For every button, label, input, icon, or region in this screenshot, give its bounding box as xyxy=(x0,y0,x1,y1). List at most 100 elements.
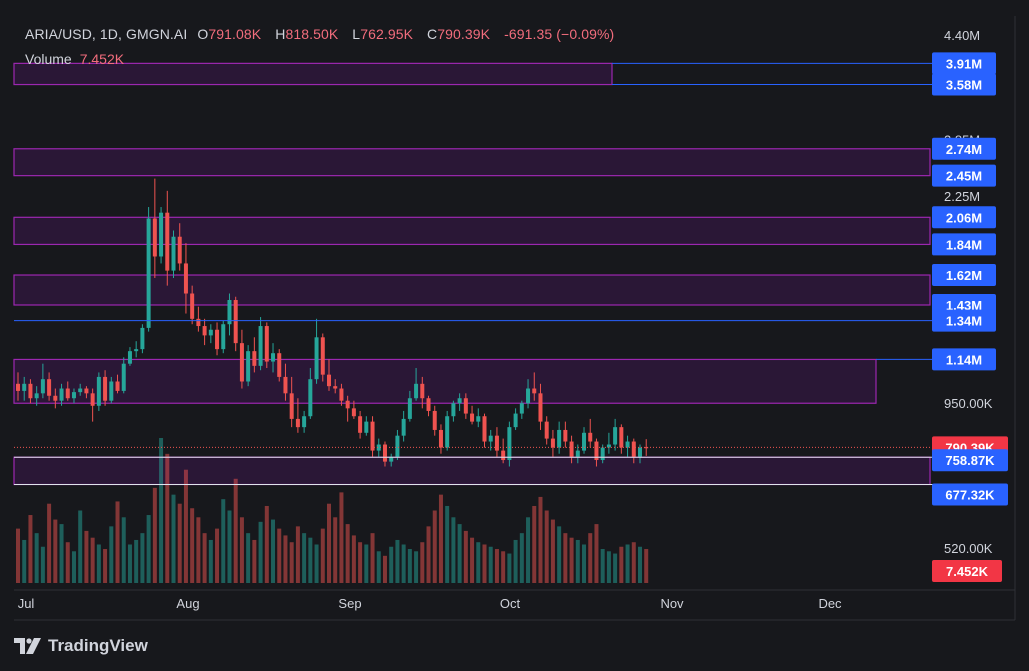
volume-bar xyxy=(557,526,562,583)
volume-bar xyxy=(227,510,232,583)
candle-body xyxy=(370,421,375,451)
volume-bar xyxy=(544,510,549,583)
ohlc-header: ARIA/USD, 1D, GMGN.AI O791.08K H818.50K … xyxy=(25,26,624,42)
candle-body xyxy=(345,400,350,409)
candle-body xyxy=(308,379,313,417)
volume-bar xyxy=(208,539,213,583)
candle-body xyxy=(140,327,145,350)
volume-bar xyxy=(233,478,238,583)
candle-body xyxy=(457,398,462,404)
candle-body xyxy=(364,421,369,433)
volume-bar xyxy=(53,519,58,583)
volume-bar xyxy=(426,526,431,583)
candle-body xyxy=(414,383,419,399)
volume-bar xyxy=(364,544,369,583)
close-value: 790.39K xyxy=(437,26,491,42)
open-label: O xyxy=(197,26,209,42)
volume-bar xyxy=(196,517,201,583)
volume-bar xyxy=(221,499,226,583)
tradingview-icon xyxy=(14,638,41,654)
price-tick-label: 520.00K xyxy=(944,541,993,556)
candle-body xyxy=(53,395,58,401)
volume-bar xyxy=(90,537,95,583)
candle-body xyxy=(239,343,244,382)
volume-bar xyxy=(190,508,195,583)
volume-bar xyxy=(59,524,64,583)
volume-bar xyxy=(519,533,524,583)
volume-bar xyxy=(613,553,618,583)
volume-bar xyxy=(71,551,76,583)
candle-body xyxy=(127,351,132,364)
symbol-label[interactable]: ARIA/USD, 1D, GMGN.AI xyxy=(25,26,187,42)
candle-body xyxy=(84,388,89,394)
volume-bar xyxy=(625,544,630,583)
volume-bar xyxy=(588,533,593,583)
candle-body xyxy=(625,441,630,448)
candle-body xyxy=(271,353,276,362)
volume-bar xyxy=(445,505,450,583)
volume-bar xyxy=(401,544,406,583)
chart-frame: 4.40M2.25M950.00K520.00K2.85M JulAugSepO… xyxy=(0,0,1029,671)
volume-bar xyxy=(134,539,139,583)
candle-body xyxy=(96,376,101,406)
candle-body xyxy=(159,212,164,257)
volume-bar xyxy=(345,524,350,583)
tradingview-logo[interactable]: TradingView xyxy=(14,636,148,656)
open-value: 791.08K xyxy=(208,26,262,42)
volume-bar xyxy=(600,549,605,583)
volume-bar xyxy=(103,549,108,583)
volume-bar xyxy=(252,539,257,583)
volume-bar xyxy=(339,492,344,583)
price-tick-label: 950.00K xyxy=(944,396,993,411)
volume-value: 7.452K xyxy=(79,51,125,67)
volume-bar xyxy=(370,533,375,583)
change-value: -691.35 (−0.09%) xyxy=(504,26,615,42)
time-tick-label: Dec xyxy=(818,596,842,611)
volume-bar xyxy=(532,505,537,583)
volume-bar xyxy=(159,438,164,583)
volume-bar xyxy=(488,546,493,583)
candle-body xyxy=(501,450,506,461)
candle-body xyxy=(339,388,344,401)
volume-bar xyxy=(575,539,580,583)
volume-bar xyxy=(501,551,506,583)
candle-body xyxy=(470,413,475,422)
volume-bar xyxy=(215,528,220,583)
volume-bar xyxy=(594,524,599,583)
candle-body xyxy=(550,438,555,448)
candle-body xyxy=(115,381,120,391)
volume-bar xyxy=(183,469,188,583)
candle-body xyxy=(631,441,636,457)
volume-bar xyxy=(320,528,325,583)
candle-body xyxy=(438,429,443,448)
candle-body xyxy=(258,326,263,366)
volume-bar xyxy=(463,530,468,583)
volume-bar xyxy=(457,524,462,583)
volume-bar xyxy=(482,544,487,583)
volume-legend[interactable]: Volume 7.452K xyxy=(25,51,124,67)
candle-body xyxy=(544,421,549,439)
volume-bar xyxy=(28,515,33,583)
candle-body xyxy=(109,381,114,401)
candle-body xyxy=(482,416,487,442)
candle-body xyxy=(333,386,338,389)
candle-body xyxy=(283,376,288,394)
candle-body xyxy=(532,388,537,394)
zone-box xyxy=(13,274,931,306)
volume-bar xyxy=(171,494,176,583)
volume-bar xyxy=(476,542,481,583)
zone-box xyxy=(13,216,931,246)
volume-bar xyxy=(165,453,170,583)
time-tick-label: Sep xyxy=(338,596,361,611)
candle-body xyxy=(103,376,108,401)
price-badge-label: 7.452K xyxy=(946,564,989,579)
price-badge-label: 2.74M xyxy=(946,142,982,157)
volume-bar xyxy=(127,544,132,583)
candle-body xyxy=(401,418,406,436)
candle-body xyxy=(407,398,412,419)
candle-body xyxy=(494,435,499,451)
candle-body xyxy=(295,418,300,428)
price-badge-label: 1.84M xyxy=(946,237,982,252)
chart-canvas[interactable]: 4.40M2.25M950.00K520.00K2.85M JulAugSepO… xyxy=(0,0,1029,671)
volume-bar xyxy=(277,528,282,583)
